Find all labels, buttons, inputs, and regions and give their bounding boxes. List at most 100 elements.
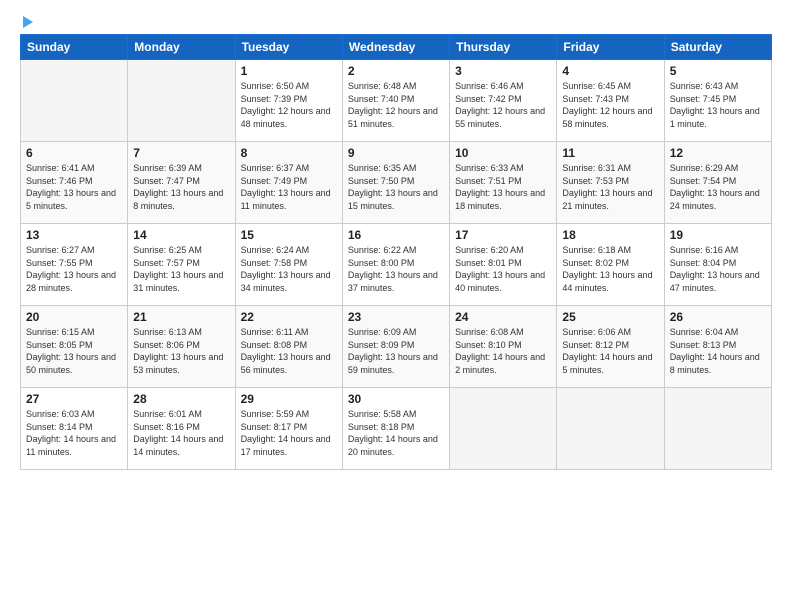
- day-number: 17: [455, 228, 551, 242]
- day-cell: 8 Sunrise: 6:37 AMSunset: 7:49 PMDaylight…: [235, 142, 342, 224]
- day-number: 9: [348, 146, 444, 160]
- col-header-monday: Monday: [128, 35, 235, 60]
- day-cell: [557, 388, 664, 470]
- day-cell: [21, 60, 128, 142]
- day-number: 6: [26, 146, 122, 160]
- page: SundayMondayTuesdayWednesdayThursdayFrid…: [0, 0, 792, 612]
- day-info: Sunrise: 6:45 AMSunset: 7:43 PMDaylight:…: [562, 80, 658, 130]
- day-number: 29: [241, 392, 337, 406]
- day-info: Sunrise: 6:46 AMSunset: 7:42 PMDaylight:…: [455, 80, 551, 130]
- day-cell: [128, 60, 235, 142]
- day-number: 22: [241, 310, 337, 324]
- day-cell: 23 Sunrise: 6:09 AMSunset: 8:09 PMDayligh…: [342, 306, 449, 388]
- week-row-4: 20 Sunrise: 6:15 AMSunset: 8:05 PMDayligh…: [21, 306, 772, 388]
- day-info: Sunrise: 6:15 AMSunset: 8:05 PMDaylight:…: [26, 326, 122, 376]
- day-info: Sunrise: 6:13 AMSunset: 8:06 PMDaylight:…: [133, 326, 229, 376]
- week-row-3: 13 Sunrise: 6:27 AMSunset: 7:55 PMDayligh…: [21, 224, 772, 306]
- day-info: Sunrise: 6:27 AMSunset: 7:55 PMDaylight:…: [26, 244, 122, 294]
- day-number: 3: [455, 64, 551, 78]
- day-number: 8: [241, 146, 337, 160]
- day-number: 4: [562, 64, 658, 78]
- day-number: 16: [348, 228, 444, 242]
- day-cell: 16Sunrise: 6:22 AMSunset: 8:00 PMDayligh…: [342, 224, 449, 306]
- day-info: Sunrise: 6:37 AMSunset: 7:49 PMDaylight:…: [241, 162, 337, 212]
- day-info: Sunrise: 6:29 AMSunset: 7:54 PMDaylight:…: [670, 162, 766, 212]
- day-cell: 25 Sunrise: 6:06 AMSunset: 8:12 PMDayligh…: [557, 306, 664, 388]
- day-cell: 10Sunrise: 6:33 AMSunset: 7:51 PMDayligh…: [450, 142, 557, 224]
- day-cell: 22 Sunrise: 6:11 AMSunset: 8:08 PMDayligh…: [235, 306, 342, 388]
- day-number: 14: [133, 228, 229, 242]
- day-number: 28: [133, 392, 229, 406]
- col-header-saturday: Saturday: [664, 35, 771, 60]
- day-cell: 12 Sunrise: 6:29 AMSunset: 7:54 PMDayligh…: [664, 142, 771, 224]
- day-info: Sunrise: 6:04 AMSunset: 8:13 PMDaylight:…: [670, 326, 766, 376]
- day-number: 15: [241, 228, 337, 242]
- week-row-2: 6Sunrise: 6:41 AMSunset: 7:46 PMDaylight…: [21, 142, 772, 224]
- header: [20, 16, 772, 28]
- day-cell: 6Sunrise: 6:41 AMSunset: 7:46 PMDaylight…: [21, 142, 128, 224]
- week-row-1: 1 Sunrise: 6:50 AMSunset: 7:39 PMDaylight…: [21, 60, 772, 142]
- logo-arrow-icon: [23, 16, 33, 28]
- day-number: 19: [670, 228, 766, 242]
- day-cell: 29 Sunrise: 5:59 AMSunset: 8:17 PMDayligh…: [235, 388, 342, 470]
- day-info: Sunrise: 6:18 AMSunset: 8:02 PMDaylight:…: [562, 244, 658, 294]
- col-header-sunday: Sunday: [21, 35, 128, 60]
- day-info: Sunrise: 6:09 AMSunset: 8:09 PMDaylight:…: [348, 326, 444, 376]
- day-cell: 15 Sunrise: 6:24 AMSunset: 7:58 PMDayligh…: [235, 224, 342, 306]
- day-info: Sunrise: 6:25 AMSunset: 7:57 PMDaylight:…: [133, 244, 229, 294]
- day-cell: 14 Sunrise: 6:25 AMSunset: 7:57 PMDayligh…: [128, 224, 235, 306]
- day-cell: 30 Sunrise: 5:58 AMSunset: 8:18 PMDayligh…: [342, 388, 449, 470]
- day-number: 26: [670, 310, 766, 324]
- day-number: 1: [241, 64, 337, 78]
- calendar-header-row: SundayMondayTuesdayWednesdayThursdayFrid…: [21, 35, 772, 60]
- day-info: Sunrise: 6:48 AMSunset: 7:40 PMDaylight:…: [348, 80, 444, 130]
- day-number: 18: [562, 228, 658, 242]
- day-cell: 17 Sunrise: 6:20 AMSunset: 8:01 PMDayligh…: [450, 224, 557, 306]
- col-header-thursday: Thursday: [450, 35, 557, 60]
- day-info: Sunrise: 6:06 AMSunset: 8:12 PMDaylight:…: [562, 326, 658, 376]
- day-cell: 28 Sunrise: 6:01 AMSunset: 8:16 PMDayligh…: [128, 388, 235, 470]
- col-header-friday: Friday: [557, 35, 664, 60]
- day-info: Sunrise: 6:43 AMSunset: 7:45 PMDaylight:…: [670, 80, 766, 130]
- day-number: 23: [348, 310, 444, 324]
- day-cell: 11Sunrise: 6:31 AMSunset: 7:53 PMDayligh…: [557, 142, 664, 224]
- day-number: 13: [26, 228, 122, 242]
- day-number: 10: [455, 146, 551, 160]
- day-info: Sunrise: 6:01 AMSunset: 8:16 PMDaylight:…: [133, 408, 229, 458]
- day-number: 2: [348, 64, 444, 78]
- day-cell: 13 Sunrise: 6:27 AMSunset: 7:55 PMDayligh…: [21, 224, 128, 306]
- day-info: Sunrise: 6:50 AMSunset: 7:39 PMDaylight:…: [241, 80, 337, 130]
- day-number: 20: [26, 310, 122, 324]
- day-info: Sunrise: 6:39 AMSunset: 7:47 PMDaylight:…: [133, 162, 229, 212]
- day-number: 11: [562, 146, 658, 160]
- day-info: Sunrise: 5:59 AMSunset: 8:17 PMDaylight:…: [241, 408, 337, 458]
- day-number: 24: [455, 310, 551, 324]
- day-info: Sunrise: 5:58 AMSunset: 8:18 PMDaylight:…: [348, 408, 444, 458]
- day-cell: 1 Sunrise: 6:50 AMSunset: 7:39 PMDaylight…: [235, 60, 342, 142]
- day-cell: 19 Sunrise: 6:16 AMSunset: 8:04 PMDayligh…: [664, 224, 771, 306]
- day-info: Sunrise: 6:24 AMSunset: 7:58 PMDaylight:…: [241, 244, 337, 294]
- day-number: 25: [562, 310, 658, 324]
- day-info: Sunrise: 6:16 AMSunset: 8:04 PMDaylight:…: [670, 244, 766, 294]
- day-cell: 27Sunrise: 6:03 AMSunset: 8:14 PMDayligh…: [21, 388, 128, 470]
- day-cell: [450, 388, 557, 470]
- day-number: 30: [348, 392, 444, 406]
- day-cell: 7 Sunrise: 6:39 AMSunset: 7:47 PMDaylight…: [128, 142, 235, 224]
- day-cell: 2 Sunrise: 6:48 AMSunset: 7:40 PMDaylight…: [342, 60, 449, 142]
- day-info: Sunrise: 6:11 AMSunset: 8:08 PMDaylight:…: [241, 326, 337, 376]
- day-cell: 4 Sunrise: 6:45 AMSunset: 7:43 PMDaylight…: [557, 60, 664, 142]
- logo: [20, 16, 33, 28]
- day-info: Sunrise: 6:35 AMSunset: 7:50 PMDaylight:…: [348, 162, 444, 212]
- day-cell: 24 Sunrise: 6:08 AMSunset: 8:10 PMDayligh…: [450, 306, 557, 388]
- day-info: Sunrise: 6:20 AMSunset: 8:01 PMDaylight:…: [455, 244, 551, 294]
- day-cell: 18 Sunrise: 6:18 AMSunset: 8:02 PMDayligh…: [557, 224, 664, 306]
- day-cell: 26 Sunrise: 6:04 AMSunset: 8:13 PMDayligh…: [664, 306, 771, 388]
- day-number: 7: [133, 146, 229, 160]
- day-info: Sunrise: 6:08 AMSunset: 8:10 PMDaylight:…: [455, 326, 551, 376]
- day-cell: 3 Sunrise: 6:46 AMSunset: 7:42 PMDaylight…: [450, 60, 557, 142]
- day-cell: [664, 388, 771, 470]
- day-cell: 20 Sunrise: 6:15 AMSunset: 8:05 PMDayligh…: [21, 306, 128, 388]
- day-cell: 9 Sunrise: 6:35 AMSunset: 7:50 PMDaylight…: [342, 142, 449, 224]
- day-number: 12: [670, 146, 766, 160]
- calendar: SundayMondayTuesdayWednesdayThursdayFrid…: [20, 34, 772, 470]
